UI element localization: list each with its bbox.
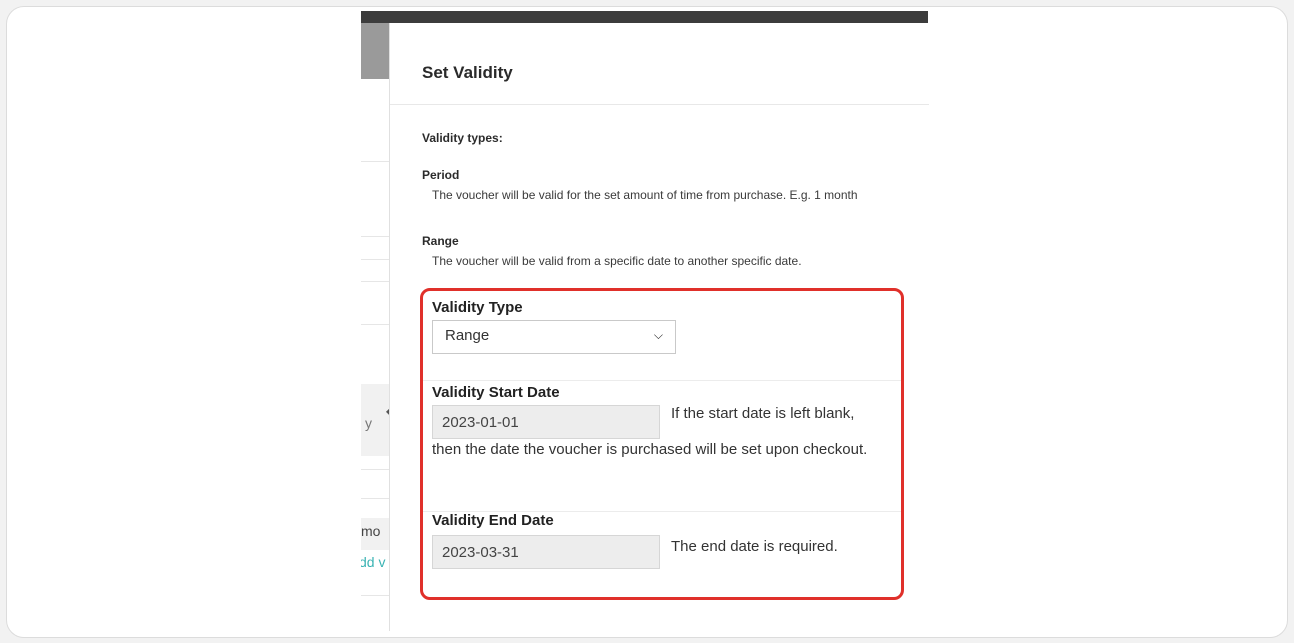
modal-title: Set Validity [422,63,513,82]
background-text-fragment: mo [361,523,381,539]
form-row-divider [423,380,901,381]
background-divider [361,324,389,325]
validity-type-value: Range [445,327,490,344]
background-divider [361,259,389,260]
set-validity-modal: Set Validity Validity types: Period The … [389,23,929,631]
background-divider [361,236,389,237]
background-divider [361,498,389,499]
validity-type-select[interactable]: Range ⌵ [432,320,676,354]
type-term-period: Period [422,168,460,182]
type-term-range: Range [422,234,459,248]
add-link-fragment[interactable]: dd v [361,554,385,570]
background-divider [361,281,389,282]
start-date-label: Validity Start Date [432,384,560,401]
validity-types-heading: Validity types: [422,131,503,145]
background-divider [361,595,389,596]
start-date-help-first: If the start date is left blank, [671,405,855,422]
modal-header-divider [390,104,929,105]
type-description-range: The voucher will be valid from a specifi… [432,254,802,268]
background-page: y ◆ mo dd v [361,11,389,631]
type-description-period: The voucher will be valid for the set am… [432,188,858,202]
top-dark-bar [361,11,928,23]
end-date-input[interactable]: 2023-03-31 [432,535,660,569]
background-text-fragment: y [365,415,372,431]
start-date-input[interactable]: 2023-01-01 [432,405,660,439]
background-divider [361,469,389,470]
validity-type-label: Validity Type [432,299,523,316]
background-divider [361,161,389,162]
start-date-help-rest: then the date the voucher is purchased w… [432,441,868,458]
end-date-help: The end date is required. [671,538,838,555]
chevron-down-icon: ⌵ [653,328,663,342]
background-header-block [361,23,389,79]
end-date-label: Validity End Date [432,512,554,529]
